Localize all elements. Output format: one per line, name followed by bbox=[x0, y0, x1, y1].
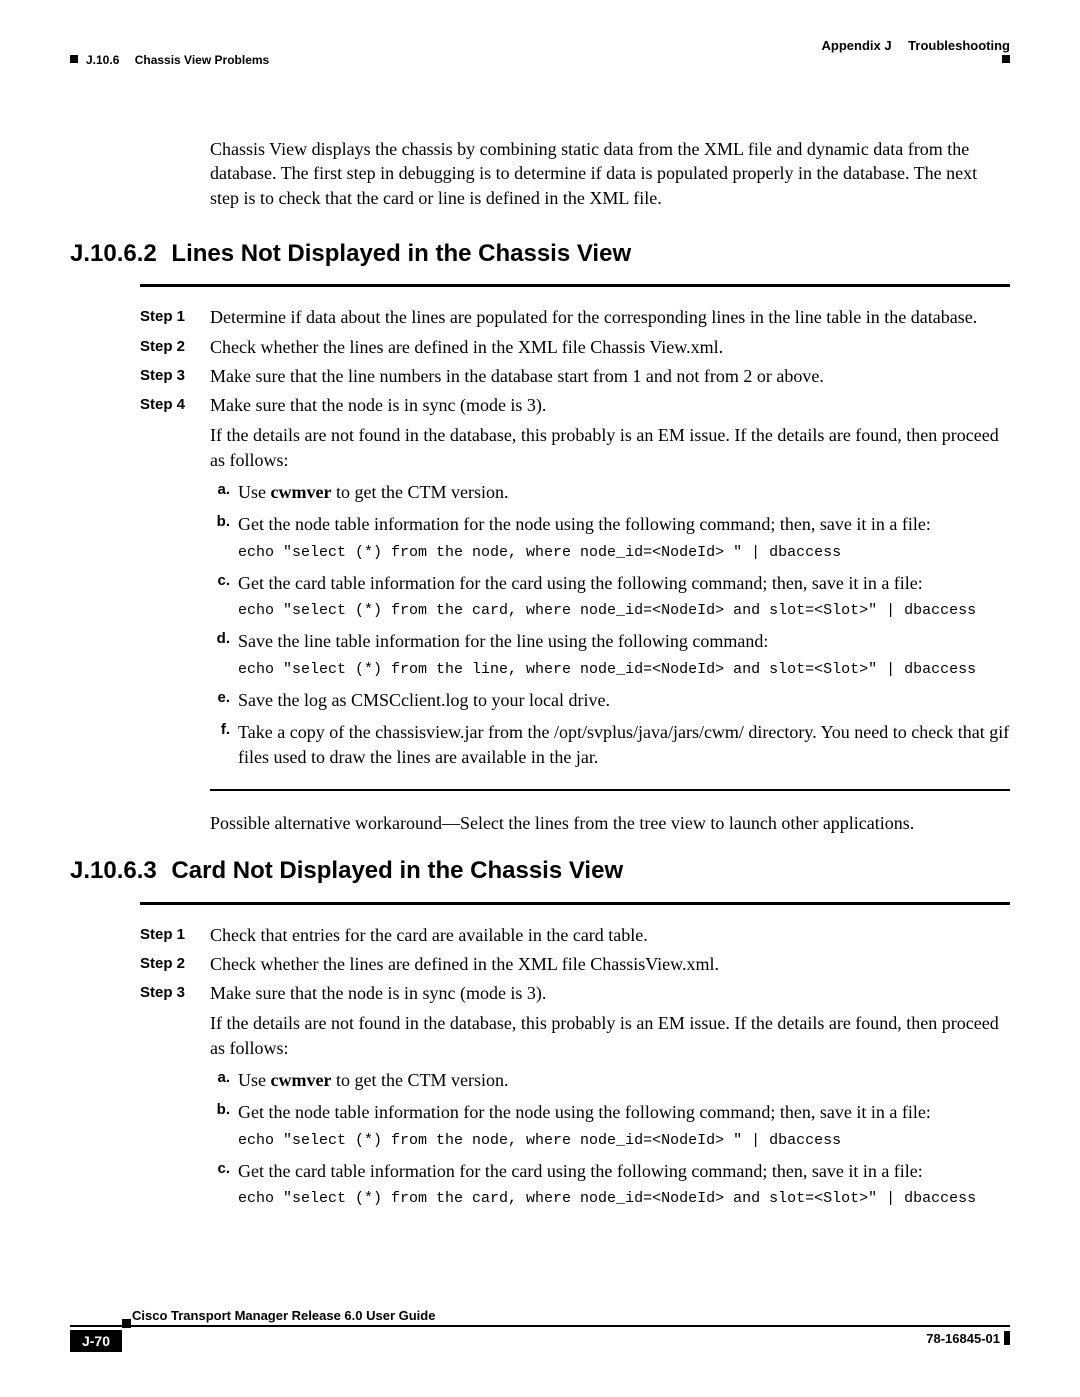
step-text: Check that entries for the card are avai… bbox=[210, 923, 1010, 947]
header-right: Appendix J Troubleshooting bbox=[822, 38, 1011, 53]
page: Appendix J Troubleshooting J.10.6 Chassi… bbox=[0, 0, 1080, 1397]
divider-icon bbox=[140, 902, 1010, 905]
sub-text: Save the log as CMSCclient.log to your l… bbox=[238, 690, 610, 710]
sub-label: b. bbox=[210, 512, 234, 532]
step-text: Make sure that the node is in sync (mode… bbox=[210, 981, 1010, 1060]
text-pre: Use bbox=[238, 1070, 271, 1090]
sec1-step-4: Step 4 Make sure that the node is in syn… bbox=[140, 393, 1010, 472]
running-footer: Cisco Transport Manager Release 6.0 User… bbox=[70, 1325, 1010, 1359]
step-label: Step 2 bbox=[140, 335, 210, 359]
sub-item-c: c. Get the card table information for th… bbox=[210, 571, 1010, 622]
divider-icon bbox=[210, 789, 1010, 791]
sub-label: c. bbox=[210, 1159, 234, 1179]
sub-item-f: f. Take a copy of the chassisview.jar fr… bbox=[210, 720, 1010, 769]
sub-item-e: e. Save the log as CMSCclient.log to you… bbox=[210, 688, 1010, 712]
step-label: Step 3 bbox=[140, 364, 210, 388]
sec2-step-2: Step 2 Check whether the lines are defin… bbox=[140, 952, 1010, 976]
sub-item-c: c. Get the card table information for th… bbox=[210, 1159, 1010, 1210]
step-text: Determine if data about the lines are po… bbox=[210, 305, 1010, 329]
section-number: J.10.6.3 bbox=[70, 857, 157, 884]
sub-text: Get the node table information for the n… bbox=[238, 514, 931, 534]
sec2-step-3: Step 3 Make sure that the node is in syn… bbox=[140, 981, 1010, 1060]
sub-text: Get the card table information for the c… bbox=[238, 573, 923, 593]
sec1-step-1: Step 1 Determine if data about the lines… bbox=[140, 305, 1010, 329]
sub-item-a: a. Use cwmver to get the CTM version. bbox=[210, 480, 1010, 504]
step-sentence: Make sure that the node is in sync (mode… bbox=[210, 395, 546, 415]
code-snippet: echo "select (*) from the node, where no… bbox=[238, 1131, 1010, 1151]
sec1-step-3: Step 3 Make sure that the line numbers i… bbox=[140, 364, 1010, 388]
sub-label: b. bbox=[210, 1100, 234, 1120]
step-note: If the details are not found in the data… bbox=[210, 1011, 1010, 1060]
sub-item-b: b. Get the node table information for th… bbox=[210, 1100, 1010, 1151]
cmd-name: cwmver bbox=[271, 482, 332, 502]
header-right-box-icon bbox=[1002, 55, 1010, 63]
sec1-sub-list: a. Use cwmver to get the CTM version. b.… bbox=[210, 480, 1010, 769]
section-heading-lines-not-displayed: J.10.6.2 Lines Not Displayed in the Chas… bbox=[70, 238, 1010, 270]
text-post: to get the CTM version. bbox=[331, 482, 508, 502]
footer-right-box-icon bbox=[1004, 1331, 1010, 1345]
sec2-step-1: Step 1 Check that entries for the card a… bbox=[140, 923, 1010, 947]
divider-icon bbox=[140, 284, 1010, 287]
code-snippet: echo "select (*) from the card, where no… bbox=[238, 1189, 1010, 1209]
sub-item-a: a. Use cwmver to get the CTM version. bbox=[210, 1068, 1010, 1092]
page-number: J-70 bbox=[70, 1330, 122, 1352]
code-snippet: echo "select (*) from the card, where no… bbox=[238, 601, 1010, 621]
code-snippet: echo "select (*) from the line, where no… bbox=[238, 660, 1010, 680]
sub-label: f. bbox=[210, 720, 234, 740]
workaround-paragraph: Possible alternative workaround—Select t… bbox=[210, 811, 1010, 835]
sub-text: Save the line table information for the … bbox=[238, 631, 768, 651]
sub-label: a. bbox=[210, 480, 234, 500]
footer-rule-icon bbox=[70, 1325, 1010, 1327]
text-post: to get the CTM version. bbox=[331, 1070, 508, 1090]
step-note: If the details are not found in the data… bbox=[210, 423, 1010, 472]
step-label: Step 1 bbox=[140, 923, 210, 947]
step-text: Make sure that the node is in sync (mode… bbox=[210, 393, 1010, 472]
step-label: Step 4 bbox=[140, 393, 210, 472]
step-sentence: Make sure that the node is in sync (mode… bbox=[210, 983, 546, 1003]
sub-text: Get the node table information for the n… bbox=[238, 1102, 931, 1122]
step-text: Check whether the lines are defined in t… bbox=[210, 952, 1010, 976]
sub-label: d. bbox=[210, 629, 234, 649]
intro-paragraph: Chassis View displays the chassis by com… bbox=[210, 137, 1010, 210]
sub-item-d: d. Save the line table information for t… bbox=[210, 629, 1010, 680]
header-left-box-icon bbox=[70, 55, 78, 63]
sub-text: Get the card table information for the c… bbox=[238, 1161, 923, 1181]
footer-book-title: Cisco Transport Manager Release 6.0 User… bbox=[132, 1308, 435, 1323]
section-title: Lines Not Displayed in the Chassis View bbox=[171, 240, 631, 267]
sub-label: e. bbox=[210, 688, 234, 708]
section-title: Card Not Displayed in the Chassis View bbox=[171, 857, 623, 884]
header-left: J.10.6 Chassis View Problems bbox=[86, 53, 269, 67]
footer-doc-number: 78-16845-01 bbox=[926, 1331, 1000, 1346]
code-snippet: echo "select (*) from the node, where no… bbox=[238, 543, 1010, 563]
step-text: Make sure that the line numbers in the d… bbox=[210, 364, 1010, 388]
section-number: J.10.6.2 bbox=[70, 240, 157, 267]
sub-label: a. bbox=[210, 1068, 234, 1088]
body-content: Chassis View displays the chassis by com… bbox=[70, 82, 1010, 1209]
sub-text: Take a copy of the chassisview.jar from … bbox=[238, 722, 1009, 766]
sec1-step-2: Step 2 Check whether the lines are defin… bbox=[140, 335, 1010, 359]
sub-item-b: b. Get the node table information for th… bbox=[210, 512, 1010, 563]
running-header: Appendix J Troubleshooting J.10.6 Chassi… bbox=[70, 38, 1010, 82]
step-text: Check whether the lines are defined in t… bbox=[210, 335, 1010, 359]
section-heading-card-not-displayed: J.10.6.3 Card Not Displayed in the Chass… bbox=[70, 855, 1010, 887]
text-pre: Use bbox=[238, 482, 271, 502]
sub-label: c. bbox=[210, 571, 234, 591]
step-label: Step 1 bbox=[140, 305, 210, 329]
step-label: Step 3 bbox=[140, 981, 210, 1060]
step-label: Step 2 bbox=[140, 952, 210, 976]
sec2-sub-list: a. Use cwmver to get the CTM version. b.… bbox=[210, 1068, 1010, 1209]
cmd-name: cwmver bbox=[271, 1070, 332, 1090]
